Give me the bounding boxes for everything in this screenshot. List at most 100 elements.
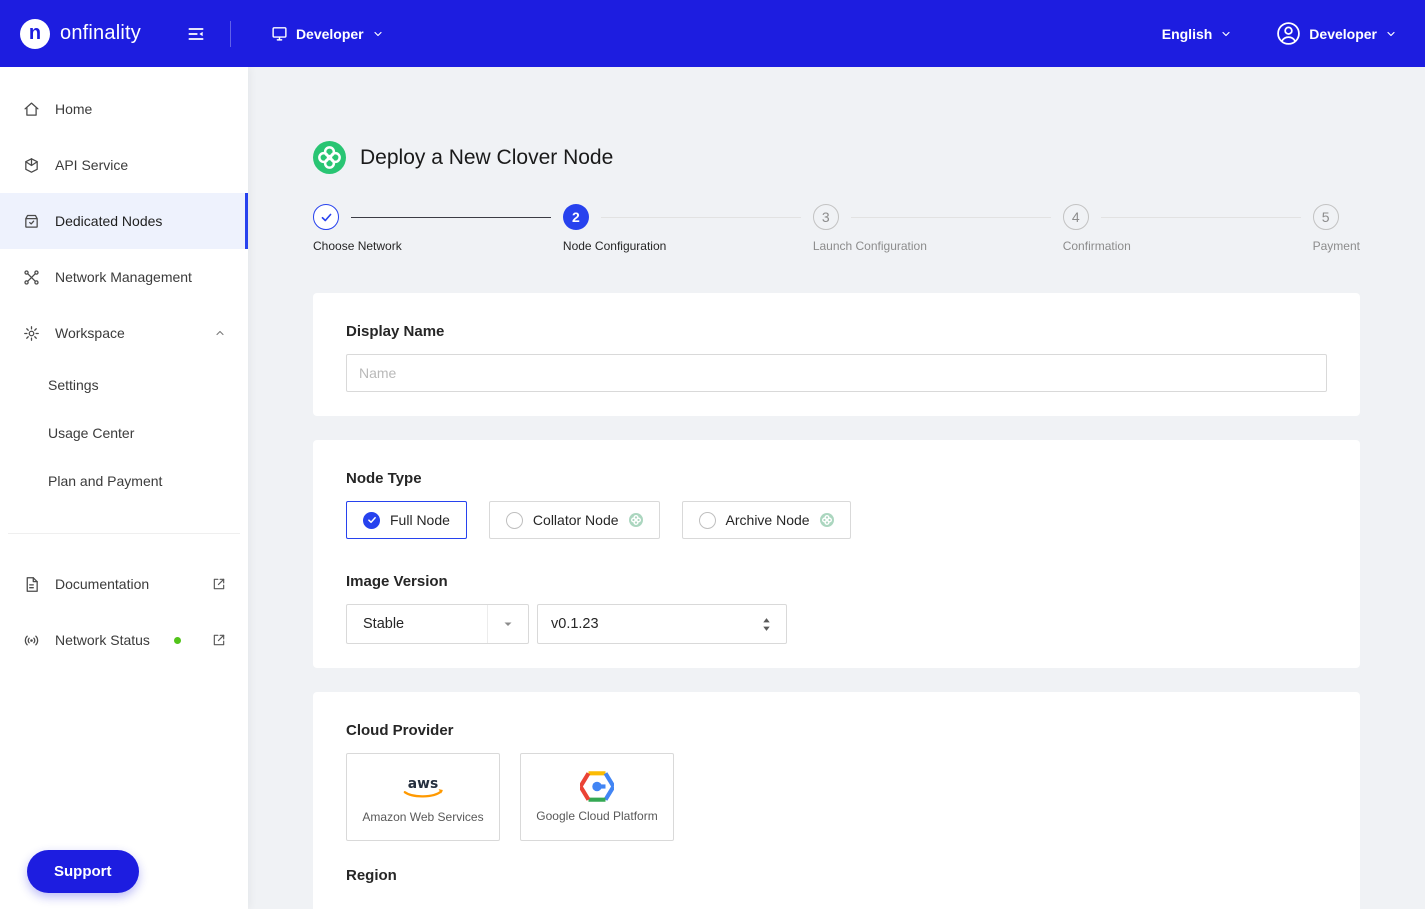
release-channel-select[interactable]: Stable (346, 604, 529, 644)
region-label: Region (346, 867, 397, 884)
sidebar-item-settings[interactable]: Settings (0, 361, 248, 409)
sidebar-item-label: Home (55, 101, 93, 117)
svg-text:aws: aws (408, 775, 438, 791)
external-link-icon (212, 633, 226, 647)
sidebar-item-home[interactable]: Home (0, 81, 248, 137)
step-number[interactable]: 2 (562, 204, 589, 230)
up-down-arrows-icon (760, 617, 773, 632)
chevron-down-icon (1385, 28, 1397, 40)
deploy-stepper: Choose Network 2 Node Configuration 3 La… (313, 204, 1360, 253)
clover-network-icon (313, 141, 346, 174)
page-title: Deploy a New Clover Node (360, 145, 614, 169)
step-number[interactable]: 5 (1312, 204, 1339, 230)
node-type-options: Full Node Collator Node Archive Node (346, 501, 1327, 539)
provider-name: Google Cloud Platform (536, 809, 658, 823)
step-label: Choose Network (313, 239, 402, 253)
step-number[interactable]: 3 (812, 204, 839, 230)
node-type-collator-node[interactable]: Collator Node (488, 501, 660, 539)
provider-aws[interactable]: aws Amazon Web Services (346, 753, 500, 841)
image-version-controls: Stable v0.1.23 (346, 604, 1327, 644)
sidebar-item-api-service[interactable]: API Service (0, 137, 248, 193)
step-connector (850, 216, 1051, 218)
step-node-configuration[interactable]: 2 Node Configuration (562, 204, 813, 253)
step-number[interactable]: 4 (1062, 204, 1089, 230)
step-connector (351, 216, 551, 218)
home-icon (23, 101, 40, 118)
chevron-down-icon (1220, 28, 1232, 40)
step-launch-configuration[interactable]: 3 Launch Configuration (812, 204, 1063, 253)
topbar: n onfinality Developer English Developer (0, 0, 1425, 67)
sidebar-item-network-management[interactable]: Network Management (0, 249, 248, 305)
provider-gcp[interactable]: Google Cloud Platform (520, 753, 674, 841)
step-label: Launch Configuration (812, 239, 927, 253)
sidebar-item-label: Network Status (55, 632, 150, 648)
radio-checked-icon (363, 511, 380, 529)
user-menu[interactable]: Developer (1276, 21, 1397, 46)
network-management-icon (23, 269, 40, 286)
clover-mini-icon (819, 513, 834, 527)
sidebar: Home API Service Dedicated Nodes Network… (0, 67, 248, 909)
sidebar-item-label: Documentation (55, 576, 150, 592)
node-type-option-label: Collator Node (532, 512, 619, 528)
sidebar-subitem-label: Plan and Payment (48, 473, 163, 489)
node-type-archive-node[interactable]: Archive Node (681, 501, 851, 539)
network-status-icon (23, 632, 40, 649)
step-label: Payment (1312, 239, 1360, 253)
node-type-full-node[interactable]: Full Node (346, 501, 467, 539)
node-configuration-card: Node Type Full Node Collator Node Archiv… (313, 440, 1360, 668)
version-value: v0.1.23 (551, 616, 599, 632)
release-channel-value: Stable (363, 616, 405, 632)
sidebar-item-dedicated-nodes[interactable]: Dedicated Nodes (0, 193, 248, 249)
sidebar-item-documentation[interactable]: Documentation (0, 556, 248, 612)
radio-unchecked-icon (505, 511, 523, 529)
workspace-selector-label: Developer (295, 25, 364, 42)
display-name-card: Display Name (313, 293, 1360, 416)
chevron-down-icon (372, 28, 384, 40)
user-menu-label: Developer (1309, 25, 1377, 42)
sidebar-item-label: Dedicated Nodes (55, 213, 163, 229)
chevron-down-icon (487, 605, 528, 643)
sidebar-subitem-label: Usage Center (48, 425, 135, 441)
language-selector-label: English (1161, 25, 1213, 42)
cloud-provider-card: Cloud Provider aws Amazon Web Services G… (313, 692, 1360, 909)
step-choose-network[interactable]: Choose Network (313, 204, 563, 253)
display-name-input[interactable] (346, 354, 1327, 392)
main-content: Deploy a New Clover Node Choose Network … (248, 0, 1425, 909)
node-type-label: Node Type (346, 470, 422, 487)
sidebar-item-label: Network Management (55, 269, 192, 285)
external-link-icon (212, 577, 226, 591)
provider-name: Amazon Web Services (362, 809, 484, 824)
sidebar-item-label: Workspace (55, 325, 125, 341)
display-name-label: Display Name (346, 323, 445, 340)
onfinality-logo[interactable]: n onfinality (20, 18, 141, 49)
sidebar-item-workspace[interactable]: Workspace (0, 305, 248, 361)
menu-fold-icon[interactable] (186, 24, 206, 44)
api-service-icon (23, 157, 40, 174)
aws-logo-icon: aws (397, 771, 449, 803)
support-button[interactable]: Support (27, 850, 139, 893)
cloud-provider-label: Cloud Provider (346, 722, 454, 739)
sidebar-item-usage-center[interactable]: Usage Center (0, 409, 248, 457)
monitor-icon (271, 25, 288, 42)
clover-mini-icon (628, 513, 643, 527)
step-label: Confirmation (1062, 239, 1131, 253)
onfinality-logo-icon: n (20, 18, 50, 49)
workspace-selector[interactable]: Developer (271, 25, 384, 42)
step-confirmation[interactable]: 4 Confirmation (1062, 204, 1313, 253)
language-selector[interactable]: English (1162, 26, 1233, 42)
sidebar-item-plan-and-payment[interactable]: Plan and Payment (0, 457, 248, 505)
topbar-divider (229, 20, 231, 47)
sidebar-subitem-label: Settings (48, 377, 99, 393)
radio-unchecked-icon (698, 511, 716, 529)
step-payment[interactable]: 5 Payment (1312, 204, 1360, 253)
step-label: Node Configuration (562, 239, 667, 253)
logo-text: onfinality (60, 22, 141, 44)
sidebar-item-label: API Service (55, 157, 129, 173)
dedicated-nodes-icon (23, 213, 40, 230)
version-select[interactable]: v0.1.23 (537, 604, 787, 644)
chevron-up-icon (214, 327, 226, 339)
sidebar-item-network-status[interactable]: Network Status (0, 612, 248, 668)
node-type-option-label: Full Node (390, 512, 450, 528)
image-version-label: Image Version (346, 573, 448, 590)
step-check-icon[interactable] (313, 204, 339, 230)
